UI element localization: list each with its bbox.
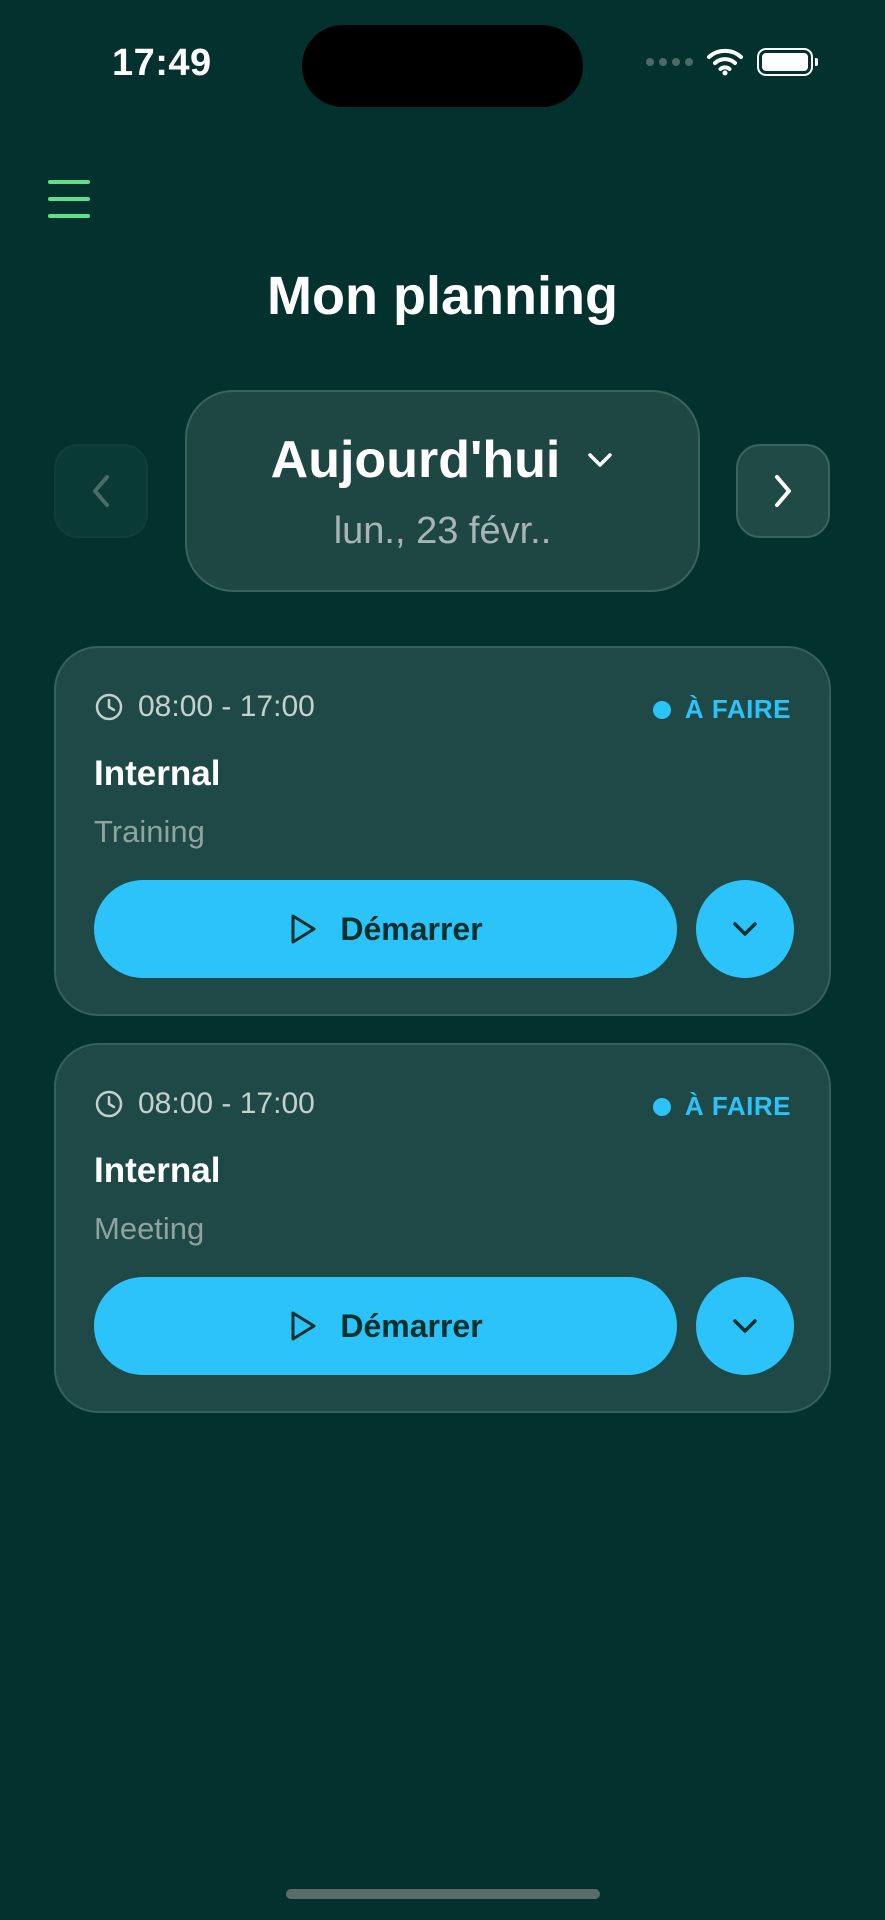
home-indicator[interactable] <box>286 1889 600 1899</box>
status-time: 17:49 <box>112 42 212 84</box>
task-title: Internal <box>94 1151 221 1190</box>
screen: 17:49 Mon planning Aujourd'hui lun., 23 … <box>0 0 885 1920</box>
task-card: 08:00 - 17:00 À FAIRE Internal Training … <box>54 646 831 1016</box>
date-selector[interactable]: Aujourd'hui lun., 23 févr.. <box>185 390 700 592</box>
status-dot <box>652 1097 671 1116</box>
start-button-label: Démarrer <box>340 910 483 947</box>
start-button[interactable]: Démarrer <box>94 880 677 978</box>
play-icon <box>291 1311 316 1341</box>
status-dot <box>652 700 671 719</box>
hamburger-icon <box>48 180 96 218</box>
status-text: À FAIRE <box>684 694 791 724</box>
task-subtitle: Meeting <box>94 1211 205 1246</box>
task-time-text: 08:00 - 17:00 <box>138 1087 315 1120</box>
date-subtitle: lun., 23 févr.. <box>333 510 552 552</box>
task-time: 08:00 - 17:00 <box>94 690 315 724</box>
task-subtitle: Training <box>94 814 205 849</box>
task-title: Internal <box>94 754 221 793</box>
play-icon <box>291 914 316 944</box>
cellular-signal-icon <box>646 58 693 66</box>
chevron-down-icon <box>733 922 757 936</box>
menu-button[interactable] <box>48 180 96 228</box>
chevron-down-icon <box>588 453 613 467</box>
status-text: À FAIRE <box>684 1091 791 1121</box>
dynamic-island <box>302 25 583 107</box>
wifi-icon <box>707 48 743 76</box>
page-title: Mon planning <box>267 266 618 326</box>
clock-icon <box>95 693 123 721</box>
task-time-text: 08:00 - 17:00 <box>138 690 315 723</box>
date-title: Aujourd'hui <box>270 431 561 489</box>
chevron-left-icon <box>93 475 109 507</box>
battery-icon <box>757 48 818 76</box>
task-time: 08:00 - 17:00 <box>94 1087 315 1121</box>
previous-day-button[interactable] <box>54 444 148 538</box>
clock-icon <box>95 1090 123 1118</box>
start-button[interactable]: Démarrer <box>94 1277 677 1375</box>
chevron-right-icon <box>775 475 791 507</box>
status-badge: À FAIRE <box>652 1091 791 1122</box>
chevron-down-icon <box>733 1319 757 1333</box>
expand-button[interactable] <box>696 880 794 978</box>
next-day-button[interactable] <box>736 444 830 538</box>
expand-button[interactable] <box>696 1277 794 1375</box>
task-card: 08:00 - 17:00 À FAIRE Internal Meeting D… <box>54 1043 831 1413</box>
status-icons <box>646 48 818 76</box>
status-badge: À FAIRE <box>652 694 791 725</box>
start-button-label: Démarrer <box>340 1307 483 1344</box>
